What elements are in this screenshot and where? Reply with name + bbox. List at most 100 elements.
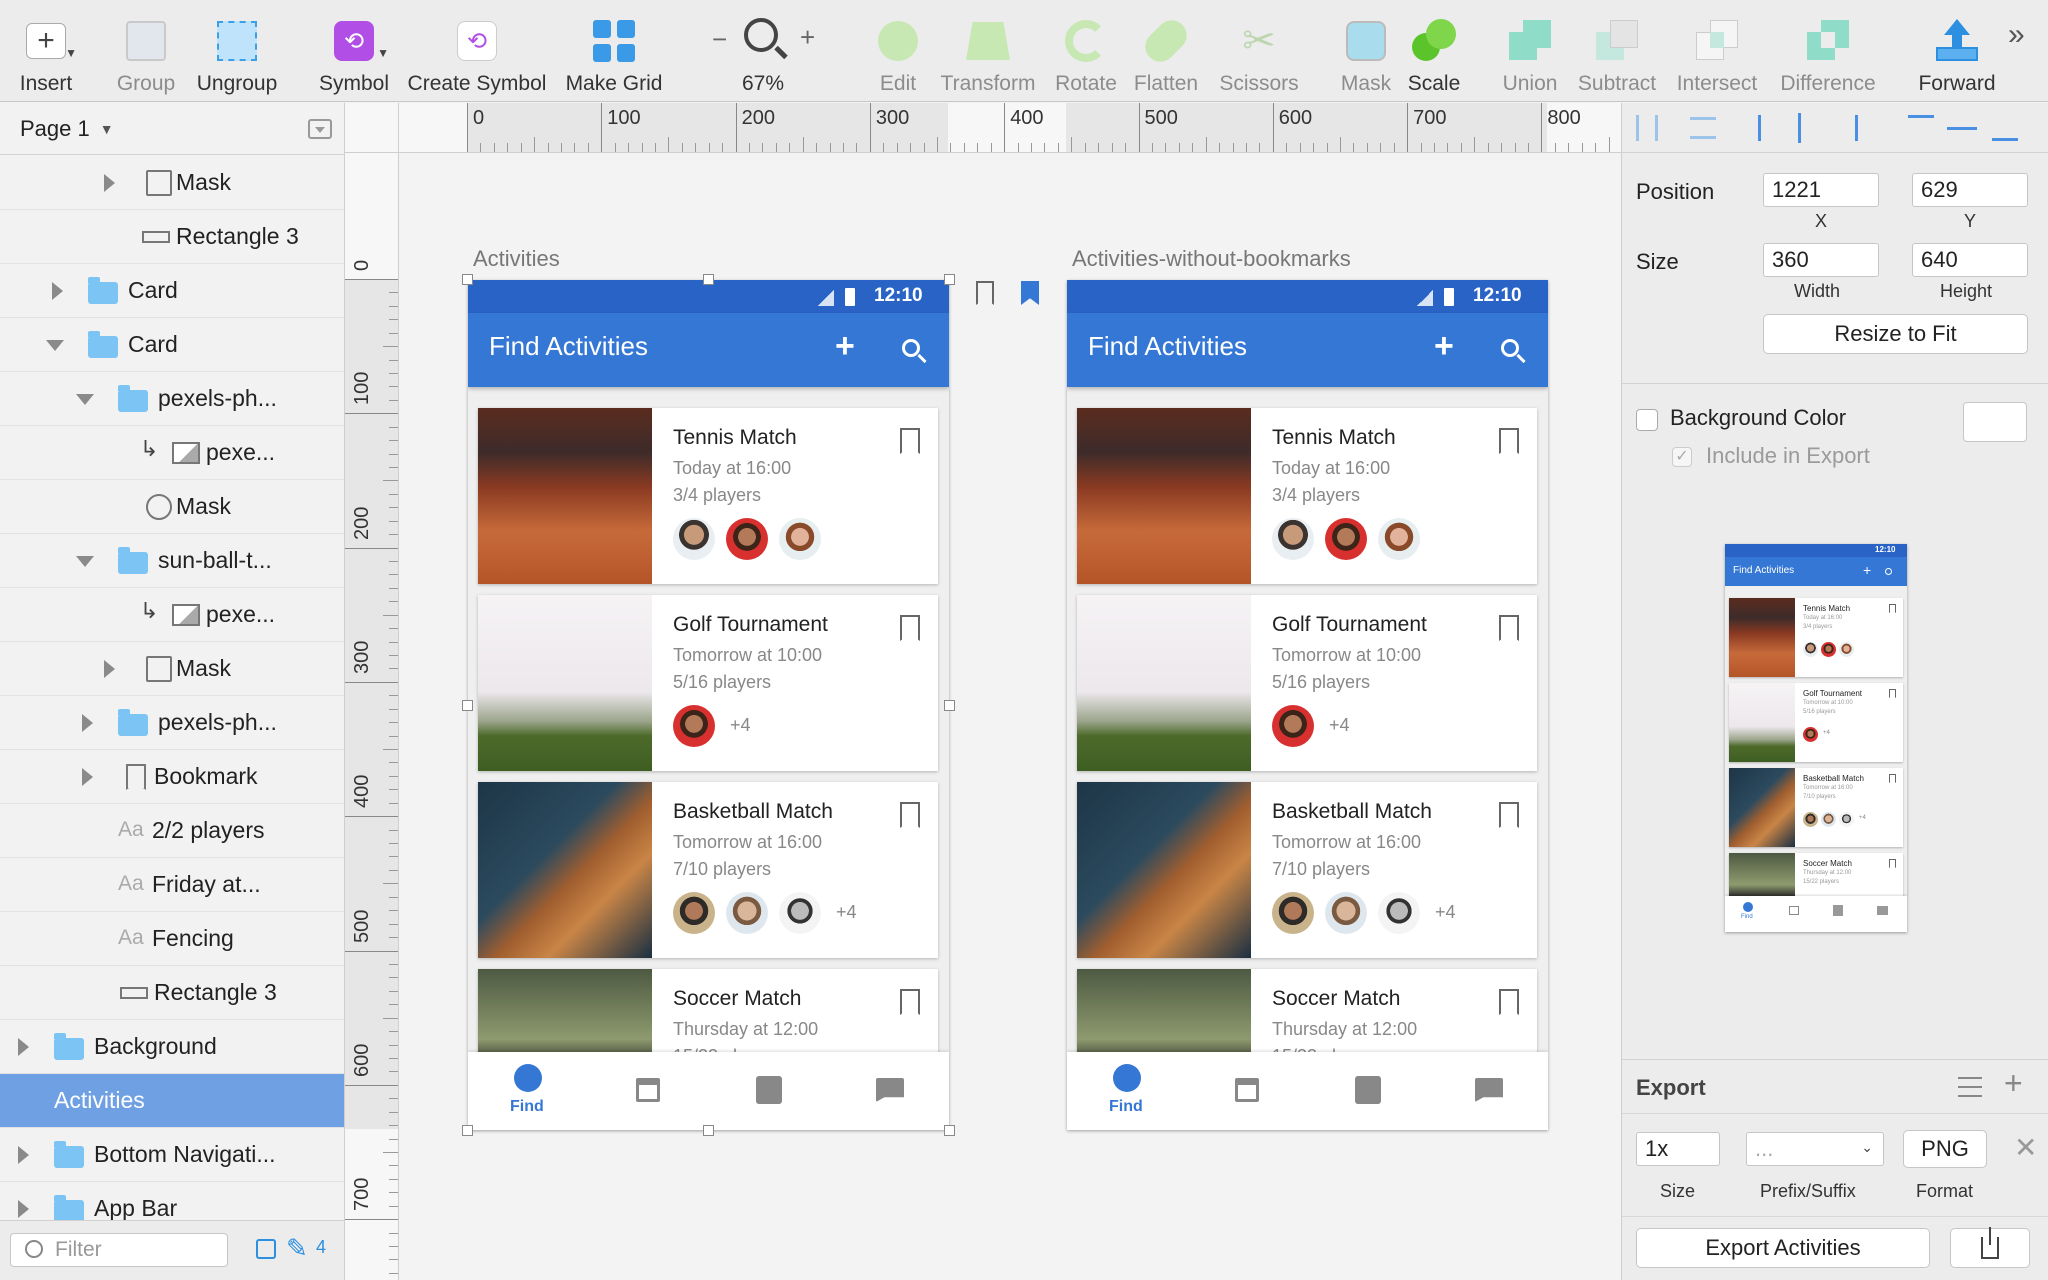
disclosure-expanded-icon[interactable] bbox=[76, 394, 94, 405]
layer-row[interactable]: Aa Friday at... bbox=[0, 858, 344, 912]
width-input[interactable]: 360 bbox=[1763, 243, 1879, 277]
toolbar-overflow-button[interactable]: » bbox=[2008, 18, 2025, 52]
disclosure-collapsed-icon[interactable] bbox=[104, 660, 115, 678]
nav-find[interactable]: Find bbox=[1097, 1052, 1157, 1130]
share-button[interactable] bbox=[1950, 1227, 2030, 1268]
background-color-swatch[interactable] bbox=[1963, 402, 2027, 442]
disclosure-collapsed-icon[interactable] bbox=[18, 1146, 29, 1164]
layer-row[interactable]: Rectangle 3 bbox=[0, 966, 344, 1020]
rotate-button[interactable]: Rotate bbox=[1054, 0, 1118, 102]
chat-icon[interactable] bbox=[876, 1078, 904, 1102]
align-bottom-icon[interactable] bbox=[1992, 119, 2018, 141]
scale-button[interactable]: Scale bbox=[1404, 0, 1464, 102]
resize-handle[interactable] bbox=[462, 700, 473, 711]
close-icon[interactable]: ✕ bbox=[2014, 1131, 2037, 1164]
filter-input[interactable]: Filter bbox=[10, 1233, 228, 1267]
layer-row[interactable]: Bookmark bbox=[0, 750, 344, 804]
insert-button[interactable]: + ▼ Insert bbox=[14, 0, 78, 102]
resize-handle[interactable] bbox=[462, 1125, 473, 1136]
make-grid-button[interactable]: Make Grid bbox=[562, 0, 666, 102]
add-icon[interactable]: + bbox=[835, 327, 855, 366]
bookmark-outline-icon[interactable] bbox=[976, 281, 994, 305]
ungroup-button[interactable]: Ungroup bbox=[192, 0, 282, 102]
layer-row[interactable]: sun-ball-t... bbox=[0, 534, 344, 588]
activity-card[interactable]: Golf Tournament Tomorrow at 10:00 5/16 pla… bbox=[478, 595, 938, 771]
bookmark-icon[interactable] bbox=[900, 428, 920, 454]
layer-row[interactable]: Bottom Navigati... bbox=[0, 1128, 344, 1182]
artboard-activities-without-bookmarks[interactable]: 12:10 Find Activities + Tennis Match Today a… bbox=[1067, 280, 1548, 1130]
align-top-icon[interactable] bbox=[1908, 115, 1934, 137]
resize-to-fit-button[interactable]: Resize to Fit bbox=[1763, 314, 2028, 354]
position-x-input[interactable]: 1221 bbox=[1763, 173, 1879, 207]
disclosure-collapsed-icon[interactable] bbox=[82, 768, 93, 786]
layer-row[interactable]: Activities bbox=[0, 1074, 344, 1128]
nav-find[interactable]: Find bbox=[498, 1052, 558, 1130]
symbol-button[interactable]: ⟲ ▼ Symbol bbox=[316, 0, 392, 102]
union-button[interactable]: Union bbox=[1500, 0, 1560, 102]
resize-handle[interactable] bbox=[944, 274, 955, 285]
layer-row[interactable]: Aa 2/2 players bbox=[0, 804, 344, 858]
prefix-suffix-select[interactable]: ... ⌄ bbox=[1746, 1132, 1884, 1166]
layer-row[interactable]: Mask bbox=[0, 156, 344, 210]
layer-row[interactable]: App Bar bbox=[0, 1182, 344, 1220]
resize-handle[interactable] bbox=[944, 1125, 955, 1136]
artboard-activities[interactable]: 12:10 Find Activities + Tennis Match Today a… bbox=[468, 280, 949, 1130]
align-center-icon[interactable] bbox=[1798, 113, 1801, 143]
page-selector[interactable]: Page 1 ▼ bbox=[0, 103, 344, 155]
disclosure-collapsed-icon[interactable] bbox=[18, 1038, 29, 1056]
chat-icon[interactable] bbox=[1475, 1078, 1503, 1102]
layer-row[interactable]: Mask bbox=[0, 642, 344, 696]
disclosure-collapsed-icon[interactable] bbox=[104, 174, 115, 192]
bookmark-icon[interactable] bbox=[1499, 989, 1519, 1015]
layer-row[interactable]: ↳ pexe... bbox=[0, 426, 344, 480]
contacts-icon[interactable] bbox=[1355, 1076, 1381, 1104]
bookmark-icon[interactable] bbox=[1499, 428, 1519, 454]
layer-row[interactable]: ↳ pexe... bbox=[0, 588, 344, 642]
mask-button[interactable]: Mask bbox=[1336, 0, 1396, 102]
scissors-button[interactable]: ✂ Scissors bbox=[1214, 0, 1304, 102]
forward-button[interactable]: Forward bbox=[1914, 0, 2000, 102]
export-scale-input[interactable]: 1x bbox=[1636, 1132, 1720, 1166]
disclosure-collapsed-icon[interactable] bbox=[82, 714, 93, 732]
bookmark-icon[interactable] bbox=[900, 802, 920, 828]
canvas[interactable]: Activities Activities-without-bookmarks … bbox=[400, 154, 1621, 1280]
flatten-button[interactable]: Flatten bbox=[1130, 0, 1202, 102]
artboard-label-activities[interactable]: Activities bbox=[473, 246, 560, 272]
intersect-button[interactable]: Intersect bbox=[1672, 0, 1762, 102]
resize-handle[interactable] bbox=[944, 700, 955, 711]
collapse-pages-icon[interactable] bbox=[308, 119, 332, 139]
edit-button[interactable]: Edit bbox=[868, 0, 928, 102]
layer-row[interactable]: Background bbox=[0, 1020, 344, 1074]
distribute-vertical-icon[interactable] bbox=[1690, 117, 1716, 139]
activity-card[interactable]: Basketball Match Tomorrow at 16:00 7/10 pl… bbox=[478, 782, 938, 958]
add-export-icon[interactable]: + bbox=[2004, 1065, 2023, 1102]
background-color-checkbox[interactable] bbox=[1636, 409, 1658, 431]
layer-row[interactable]: Card bbox=[0, 318, 344, 372]
export-activities-button[interactable]: Export Activities bbox=[1636, 1228, 1930, 1268]
align-left-icon[interactable] bbox=[1758, 115, 1780, 141]
activity-card[interactable]: Basketball Match Tomorrow at 16:00 7/10 pl… bbox=[1077, 782, 1537, 958]
transform-button[interactable]: Transform bbox=[936, 0, 1040, 102]
layer-row[interactable]: pexels-ph... bbox=[0, 696, 344, 750]
resize-handle[interactable] bbox=[703, 274, 714, 285]
bookmark-filled-icon[interactable] bbox=[1021, 281, 1039, 305]
format-button[interactable]: PNG bbox=[1903, 1130, 1987, 1168]
disclosure-expanded-icon[interactable] bbox=[76, 556, 94, 567]
position-y-input[interactable]: 629 bbox=[1912, 173, 2028, 207]
resize-handle[interactable] bbox=[703, 1125, 714, 1136]
artboard-label-without-bookmarks[interactable]: Activities-without-bookmarks bbox=[1072, 246, 1351, 272]
calendar-icon[interactable] bbox=[1235, 1078, 1259, 1102]
distribute-horizontal-icon[interactable] bbox=[1636, 115, 1658, 141]
activity-card[interactable]: Tennis Match Today at 16:00 3/4 players bbox=[1077, 408, 1537, 584]
disclosure-expanded-icon[interactable] bbox=[46, 340, 64, 351]
activity-card[interactable]: Tennis Match Today at 16:00 3/4 players bbox=[478, 408, 938, 584]
align-right-icon[interactable] bbox=[1836, 115, 1858, 141]
disclosure-collapsed-icon[interactable] bbox=[52, 282, 63, 300]
resize-handle[interactable] bbox=[462, 274, 473, 285]
contacts-icon[interactable] bbox=[756, 1076, 782, 1104]
layer-row[interactable]: Rectangle 3 bbox=[0, 210, 344, 264]
create-symbol-button[interactable]: ⟲ Create Symbol bbox=[404, 0, 550, 102]
layer-row[interactable]: Aa Fencing bbox=[0, 912, 344, 966]
activity-card[interactable]: Golf Tournament Tomorrow at 10:00 5/16 pla… bbox=[1077, 595, 1537, 771]
zoom-control[interactable]: − + 67% bbox=[706, 0, 820, 102]
